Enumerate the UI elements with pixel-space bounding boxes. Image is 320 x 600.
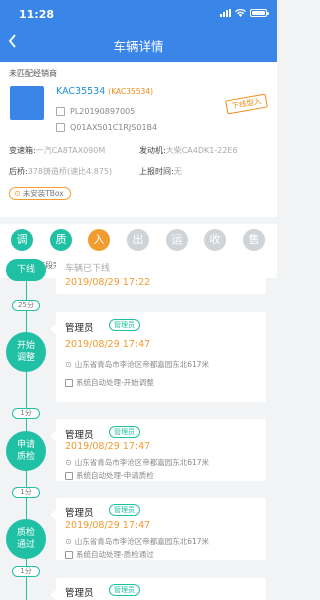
action-text: 系统自动处理-申请质检 bbox=[76, 471, 154, 480]
location-pin-icon: ⊙ bbox=[14, 189, 21, 198]
status-stamp: 下线型入 bbox=[225, 93, 268, 115]
vehicle-image bbox=[10, 86, 44, 120]
action-text: 系统自动处理-质检通过 bbox=[76, 550, 154, 559]
step-quality[interactable]: 质 bbox=[50, 229, 72, 251]
timeline-card-offline: 车辆已下线 2019/08/29 17:22 bbox=[50, 255, 266, 294]
step-transport[interactable]: 运 bbox=[166, 229, 188, 251]
dealer-label: 未匹配经销商 bbox=[9, 69, 57, 78]
edit-icon bbox=[65, 550, 73, 559]
document-icon bbox=[56, 107, 65, 116]
report-time-value: 无 bbox=[173, 167, 182, 176]
timeline-node-qc-passed: 质检 通过 bbox=[6, 519, 46, 559]
role-badge: 管理员 bbox=[109, 504, 140, 516]
event-location: ⊙ 山东省青岛市李沧区帝都嘉园东北617米 bbox=[65, 457, 209, 468]
tbox-label: 未安装TBox bbox=[22, 189, 64, 198]
status-time: 11:28 bbox=[19, 8, 55, 21]
operator-name: 管理员 bbox=[65, 588, 94, 599]
plate-main: KAC35534 bbox=[56, 86, 106, 97]
pl-code: PL20190897005 bbox=[70, 107, 136, 116]
timeline-node-offline: 下线 bbox=[6, 259, 46, 281]
report-time-label: 上报时间: bbox=[139, 167, 174, 176]
location-pin-icon: ⊙ bbox=[65, 360, 72, 369]
engine-label: 发动机: bbox=[139, 146, 166, 155]
operator-name: 管理员 bbox=[65, 508, 94, 519]
step-storage-out[interactable]: 出 bbox=[127, 229, 149, 251]
gearbox-row: 变速箱:一汽CA8TAX090M bbox=[9, 145, 105, 156]
timeline-card: 管理员 管理员 2019/08/29 17:47 ⊙ 山东省青岛市李沧区帝都嘉园东… bbox=[50, 498, 266, 560]
timeline-card: 管理员 管理员 2019/08/29 17:47 ⊙ 山东省青岛市李沧区帝都嘉园东… bbox=[50, 419, 266, 481]
engine-value: 大柴CA4DK1-22E6 bbox=[165, 146, 238, 155]
action-text: 系统自动处理-开始调整 bbox=[76, 378, 154, 387]
step-sell[interactable]: 售 bbox=[243, 229, 265, 251]
timeline-gap: 1分 bbox=[12, 566, 40, 577]
offline-text: 车辆已下线 bbox=[65, 264, 111, 274]
plate-number: KAC35534 (KAC35534) bbox=[56, 86, 153, 97]
signal-icon bbox=[220, 9, 231, 17]
timeline-gap: 1分 bbox=[12, 408, 40, 419]
location-text: 山东省青岛市李沧区帝都嘉园东北617米 bbox=[74, 360, 210, 369]
step-adjust[interactable]: 调 bbox=[11, 229, 33, 251]
event-action: 系统自动处理-开始调整 bbox=[65, 377, 154, 388]
event-time: 2019/08/29 17:47 bbox=[65, 520, 151, 531]
rear-axle-label: 后桥: bbox=[9, 167, 28, 176]
event-action: 系统自动处理-质检通过 bbox=[65, 549, 154, 560]
role-badge: 管理员 bbox=[109, 319, 140, 331]
offline-time: 2019/08/29 17:22 bbox=[65, 277, 151, 288]
plate-sub: (KAC35534) bbox=[108, 87, 154, 96]
rear-axle-row: 后桥:378铸造桥(速比4.875) bbox=[9, 166, 112, 177]
status-icons bbox=[220, 9, 269, 17]
location-pin-icon: ⊙ bbox=[65, 537, 72, 546]
battery-icon bbox=[250, 9, 269, 17]
event-location: ⊙ 山东省青岛市李沧区帝都嘉园东北617米 bbox=[65, 359, 209, 370]
timeline-node-start-adjust: 开始 调整 bbox=[6, 332, 46, 372]
event-location: ⊙ 山东省青岛市李沧区帝都嘉园东北617米 bbox=[65, 536, 209, 547]
edit-icon bbox=[65, 378, 73, 387]
timeline-card: 管理员 管理员 2019/08/29 17:47 ⊙ 山东省青岛市李沧区帝都嘉园东… bbox=[50, 312, 266, 402]
timeline-gap: 25分 bbox=[12, 300, 40, 311]
location-pin-icon: ⊙ bbox=[65, 458, 72, 467]
report-time-row: 上报时间:无 bbox=[139, 166, 182, 177]
step-storage-in[interactable]: 入 bbox=[88, 229, 110, 251]
barcode-icon bbox=[56, 123, 65, 132]
vehicle-info-card: 未匹配经销商 KAC35534 (KAC35534) PL20190897005… bbox=[0, 62, 277, 217]
timeline-node-apply-qc: 申请 质检 bbox=[6, 431, 46, 471]
location-text: 山东省青岛市李沧区帝都嘉园东北617米 bbox=[74, 458, 210, 467]
event-action: 系统自动处理-申请质检 bbox=[65, 470, 154, 481]
event-time: 2019/08/29 17:47 bbox=[65, 339, 151, 350]
role-badge: 管理员 bbox=[109, 584, 140, 596]
engine-row: 发动机:大柴CA4DK1-22E6 bbox=[139, 145, 238, 156]
vin-code: Q01AX501C1RJS01B4 bbox=[70, 123, 158, 132]
wifi-icon bbox=[235, 9, 246, 17]
rear-axle-value: 378铸造桥(速比4.875) bbox=[27, 167, 113, 176]
location-text: 山东省青岛市李沧区帝都嘉园东北617米 bbox=[74, 537, 210, 546]
edit-icon bbox=[65, 471, 73, 480]
gearbox-label: 变速箱: bbox=[9, 146, 36, 155]
operator-name: 管理员 bbox=[65, 323, 94, 334]
role-badge: 管理员 bbox=[109, 426, 140, 438]
gearbox-value: 一汽CA8TAX090M bbox=[35, 146, 106, 155]
top-bar: 11:28 车辆详情 bbox=[0, 0, 277, 62]
step-receive[interactable]: 收 bbox=[204, 229, 226, 251]
tbox-tag[interactable]: ⊙ 未安装TBox bbox=[9, 187, 71, 200]
operator-name: 管理员 bbox=[65, 430, 94, 441]
timeline-gap: 1分 bbox=[12, 487, 40, 498]
timeline-card: 管理员 管理员 bbox=[50, 578, 266, 600]
event-time: 2019/08/29 17:47 bbox=[65, 441, 151, 452]
page-title: 车辆详情 bbox=[113, 39, 164, 54]
